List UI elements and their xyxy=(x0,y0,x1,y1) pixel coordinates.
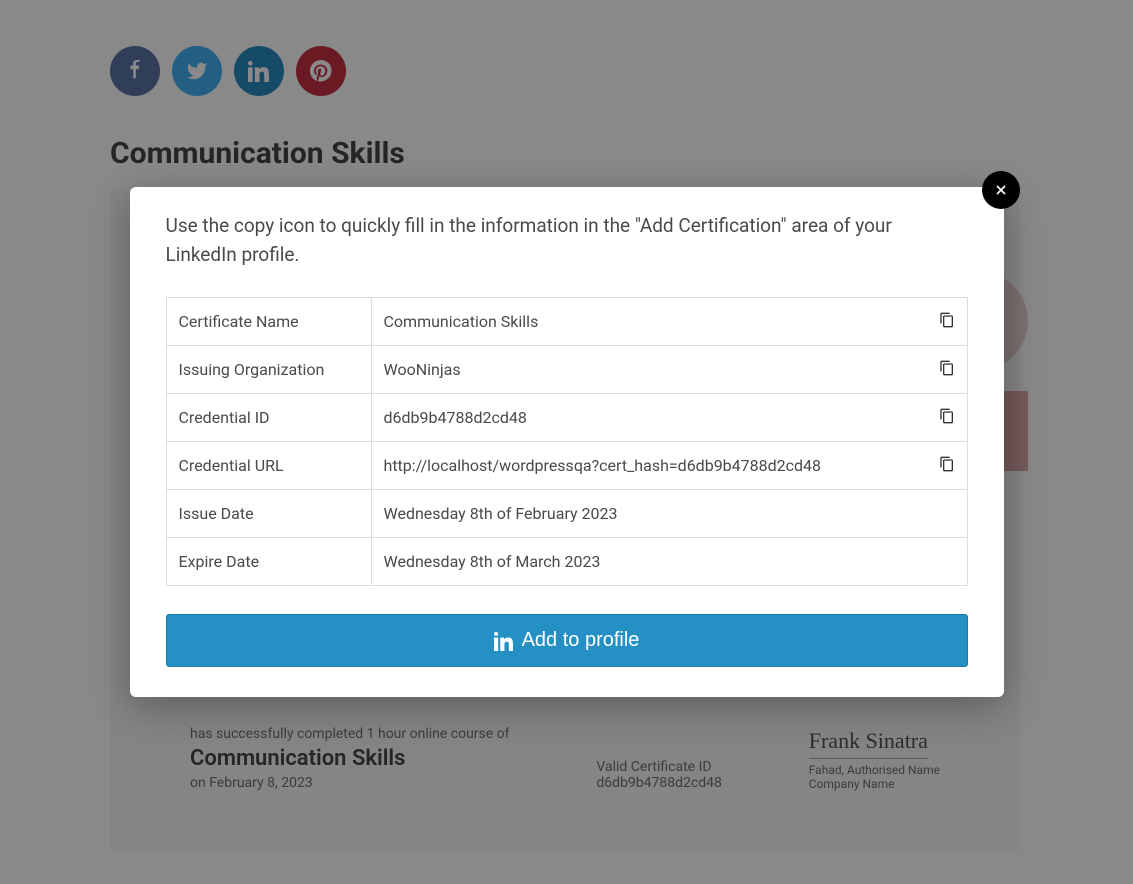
copy-icon xyxy=(939,456,955,472)
close-icon xyxy=(993,182,1009,198)
copy-button[interactable] xyxy=(939,360,955,380)
copy-icon xyxy=(939,360,955,376)
copy-button[interactable] xyxy=(939,312,955,332)
linkedin-icon xyxy=(494,631,514,651)
row-label: Credential ID xyxy=(166,394,371,442)
row-label: Issue Date xyxy=(166,490,371,538)
add-button-label: Add to profile xyxy=(522,629,640,652)
table-row: Certificate Name Communication Skills xyxy=(166,298,967,346)
row-value-text: d6db9b4788d2cd48 xyxy=(384,408,527,427)
copy-button[interactable] xyxy=(939,456,955,476)
row-value: Wednesday 8th of February 2023 xyxy=(371,490,967,538)
row-value: http://localhost/wordpressqa?cert_hash=d… xyxy=(371,442,967,490)
row-value-text: Wednesday 8th of March 2023 xyxy=(384,552,601,571)
row-value: Communication Skills xyxy=(371,298,967,346)
row-value: WooNinjas xyxy=(371,346,967,394)
row-label: Expire Date xyxy=(166,538,371,586)
certification-modal: Use the copy icon to quickly fill in the… xyxy=(130,187,1004,698)
row-value-text: http://localhost/wordpressqa?cert_hash=d… xyxy=(384,456,822,475)
row-value: Wednesday 8th of March 2023 xyxy=(371,538,967,586)
row-value: d6db9b4788d2cd48 xyxy=(371,394,967,442)
add-to-profile-button[interactable]: Add to profile xyxy=(166,614,968,667)
copy-button[interactable] xyxy=(939,408,955,428)
close-button[interactable] xyxy=(982,171,1020,209)
copy-icon xyxy=(939,408,955,424)
certification-table: Certificate Name Communication Skills Issu… xyxy=(166,297,968,586)
row-label: Credential URL xyxy=(166,442,371,490)
row-label: Issuing Organization xyxy=(166,346,371,394)
table-row: Credential ID d6db9b4788d2cd48 xyxy=(166,394,967,442)
modal-instruction: Use the copy icon to quickly fill in the… xyxy=(166,211,968,270)
table-row: Credential URL http://localhost/wordpress… xyxy=(166,442,967,490)
table-row: Issue Date Wednesday 8th of February 2023 xyxy=(166,490,967,538)
table-row: Issuing Organization WooNinjas xyxy=(166,346,967,394)
row-value-text: Wednesday 8th of February 2023 xyxy=(384,504,618,523)
row-value-text: Communication Skills xyxy=(384,312,539,331)
table-row: Expire Date Wednesday 8th of March 2023 xyxy=(166,538,967,586)
row-value-text: WooNinjas xyxy=(384,360,461,379)
copy-icon xyxy=(939,312,955,328)
row-label: Certificate Name xyxy=(166,298,371,346)
modal-overlay[interactable]: Use the copy icon to quickly fill in the… xyxy=(0,0,1133,884)
